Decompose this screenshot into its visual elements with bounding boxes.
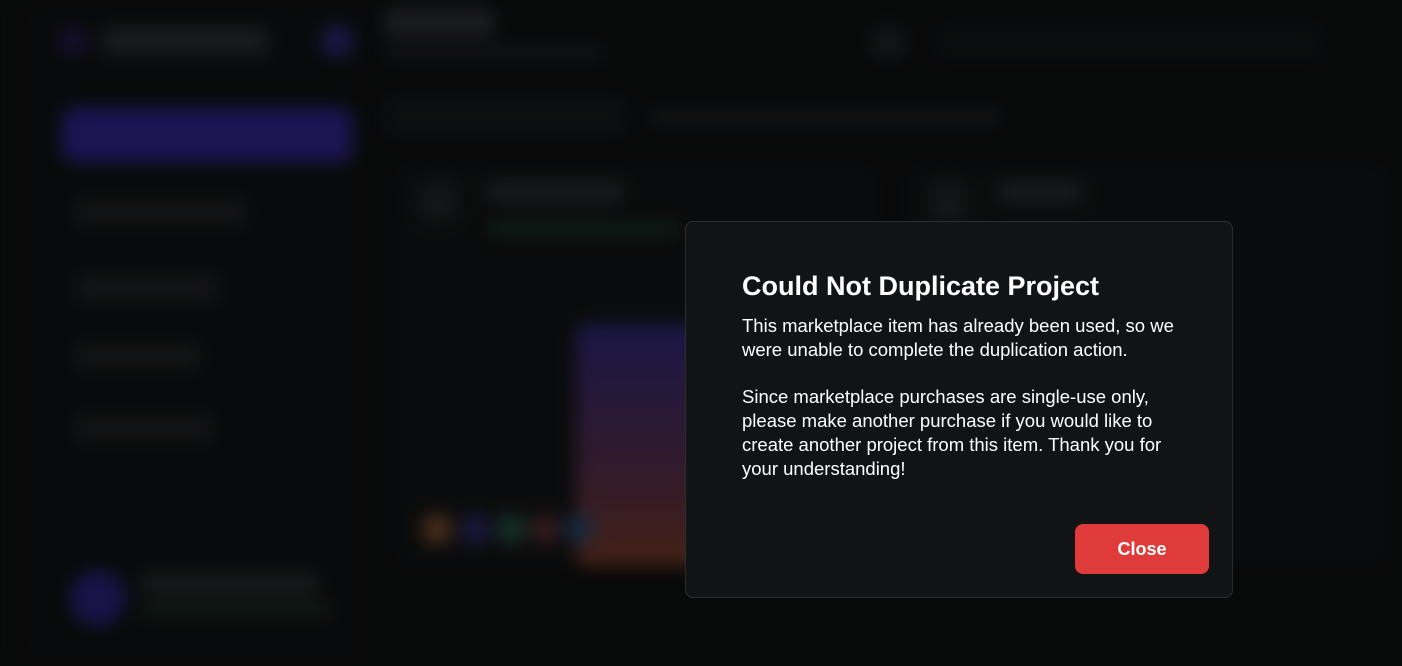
app-window: Could Not Duplicate Project This marketp… bbox=[0, 0, 1402, 666]
close-button[interactable]: Close bbox=[1075, 524, 1209, 574]
dialog-message-primary: This marketplace item has already been u… bbox=[742, 315, 1174, 360]
dialog-body: This marketplace item has already been u… bbox=[742, 314, 1182, 481]
error-dialog: Could Not Duplicate Project This marketp… bbox=[685, 221, 1233, 598]
dialog-title: Could Not Duplicate Project bbox=[742, 271, 1100, 301]
dialog-message-secondary: Since marketplace purchases are single-u… bbox=[742, 386, 1162, 479]
